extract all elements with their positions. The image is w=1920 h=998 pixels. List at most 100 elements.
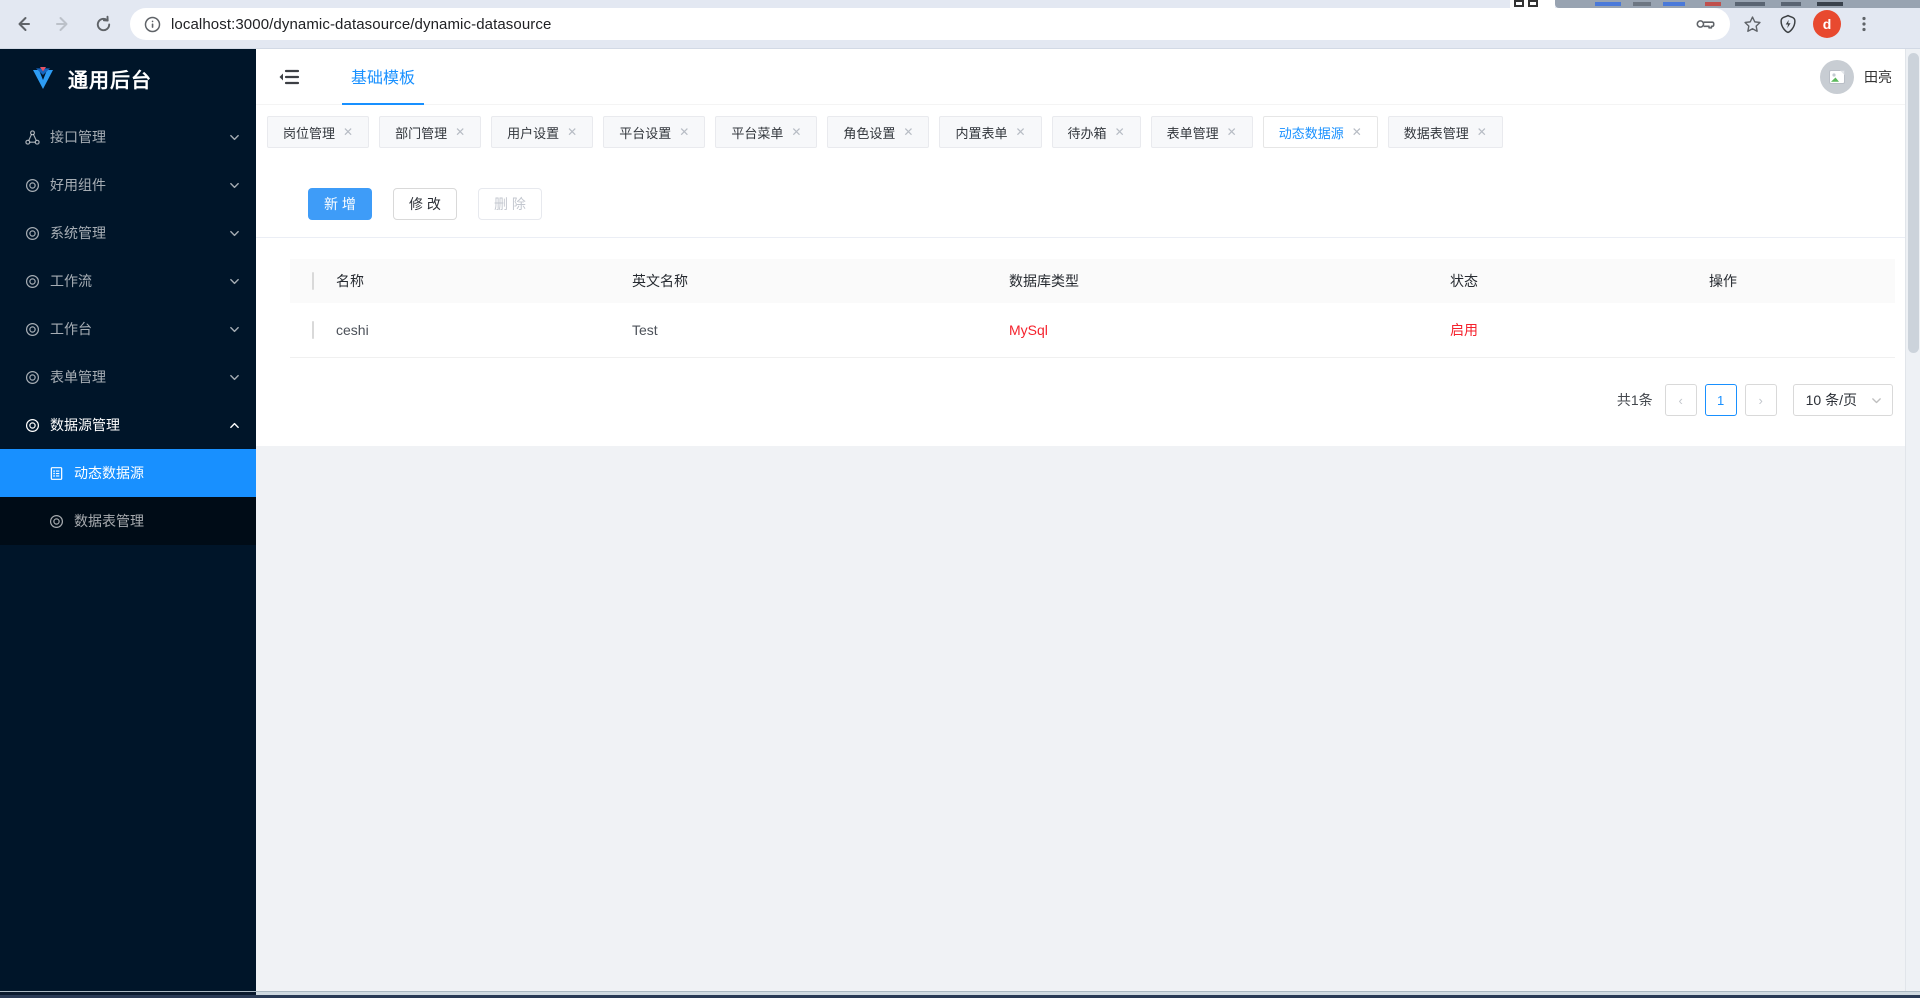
chevron-down-icon: [229, 228, 240, 239]
edit-button[interactable]: 修 改: [393, 188, 457, 220]
extension-icon[interactable]: [1777, 13, 1799, 35]
page-size-select[interactable]: 10 条/页: [1793, 384, 1893, 416]
sidebar-item-dynamic-datasource[interactable]: 动态数据源: [0, 449, 256, 497]
tag-platform-settings[interactable]: 平台设置✕: [603, 116, 705, 148]
sidebar-item-components[interactable]: 好用组件: [0, 161, 256, 209]
page-1-button[interactable]: 1: [1705, 384, 1737, 416]
cell-db-type: MySql: [1009, 322, 1450, 338]
tag-form-mgmt[interactable]: 表单管理✕: [1151, 116, 1253, 148]
chevron-down-icon: [1871, 395, 1882, 406]
content-background: [256, 446, 1920, 998]
sidebar-submenu-datasource: 动态数据源 数据表管理: [0, 449, 256, 545]
close-icon[interactable]: ✕: [567, 125, 577, 139]
close-icon[interactable]: ✕: [903, 125, 913, 139]
sidebar-item-label: 工作流: [50, 271, 229, 291]
content-card: 岗位管理 ✕ 部门管理 ✕ 用户设置 ✕ 平台设置✕ 平台菜单 ✕ 角色设置 ✕ 内置表单…: [256, 105, 1920, 446]
chevron-down-icon: [229, 276, 240, 287]
tag-role-settings[interactable]: 角色设置 ✕: [827, 116, 929, 148]
tag-dept-mgmt[interactable]: 部门管理 ✕: [379, 116, 481, 148]
aim-icon: [48, 513, 64, 529]
main-area: 基础模板 田亮 岗位管理 ✕ 部门管理 ✕ 用户设置 ✕ 平台设置✕ 平台菜单 ✕ 角色…: [256, 49, 1920, 998]
aim-icon: [24, 225, 40, 241]
user-menu[interactable]: 田亮: [1820, 60, 1892, 94]
tag-post-mgmt[interactable]: 岗位管理 ✕: [267, 116, 369, 148]
sidebar-item-workflow[interactable]: 工作流: [0, 257, 256, 305]
list-icon: [48, 465, 64, 481]
sidebar-item-datasource[interactable]: 数据源管理: [0, 401, 256, 449]
add-button[interactable]: 新 增: [308, 188, 372, 220]
tag-bar: 岗位管理 ✕ 部门管理 ✕ 用户设置 ✕ 平台设置✕ 平台菜单 ✕ 角色设置 ✕ 内置表单…: [256, 105, 1920, 159]
cell-name: ceshi: [336, 322, 632, 338]
sidebar-item-form[interactable]: 表单管理: [0, 353, 256, 401]
site-info-icon[interactable]: [144, 16, 161, 33]
password-key-icon[interactable]: [1694, 13, 1716, 35]
close-icon[interactable]: ✕: [455, 125, 465, 139]
scrollbar-thumb[interactable]: [1908, 53, 1919, 353]
reload-icon[interactable]: [86, 7, 120, 41]
pagination-total: 共1条: [1617, 390, 1653, 410]
close-icon[interactable]: ✕: [1352, 125, 1362, 139]
url-text[interactable]: localhost:3000/dynamic-datasource/dynami…: [171, 16, 551, 33]
close-icon[interactable]: ✕: [1115, 125, 1125, 139]
screen: localhost:3000/dynamic-datasource/dynami…: [0, 0, 1920, 998]
browser-profile-avatar[interactable]: d: [1813, 10, 1841, 38]
sidebar-item-datatable[interactable]: 数据表管理: [0, 497, 256, 545]
tag-todo-box[interactable]: 待办箱 ✕: [1052, 116, 1141, 148]
sidebar-item-label: 表单管理: [50, 367, 229, 387]
forward-icon[interactable]: [46, 7, 80, 41]
tag-platform-menu[interactable]: 平台菜单 ✕: [715, 116, 817, 148]
tag-label: 部门管理: [395, 123, 447, 142]
sidebar-item-label: 系统管理: [50, 223, 229, 243]
close-icon[interactable]: ✕: [343, 125, 353, 139]
browser-menu-icon[interactable]: [1855, 15, 1873, 33]
tag-label: 岗位管理: [283, 123, 335, 142]
app-window: 通用后台 接口管理 好用组件 系统管理: [0, 49, 1920, 998]
tag-dynamic-datasource[interactable]: 动态数据源✕: [1263, 116, 1378, 148]
divider: [256, 237, 1920, 238]
sidebar-item-label: 数据表管理: [74, 511, 144, 531]
select-all-checkbox[interactable]: [312, 272, 314, 290]
sidebar-item-api[interactable]: 接口管理: [0, 113, 256, 161]
background-window-icons: [1510, 0, 1555, 8]
cell-en-name: Test: [632, 322, 1009, 338]
row-checkbox[interactable]: [312, 321, 314, 339]
tag-builtin-form[interactable]: 内置表单 ✕: [939, 116, 1041, 148]
close-icon[interactable]: ✕: [1477, 125, 1487, 139]
cell-status: 启用: [1450, 320, 1709, 340]
menu-fold-icon[interactable]: [278, 66, 300, 88]
tag-datatable-mgmt[interactable]: 数据表管理✕: [1388, 116, 1503, 148]
logo[interactable]: 通用后台: [0, 49, 256, 107]
tag-label: 平台菜单: [731, 123, 783, 142]
tag-label: 待办箱: [1068, 123, 1107, 142]
close-icon[interactable]: ✕: [1015, 125, 1025, 139]
api-icon: [24, 129, 40, 145]
tag-user-settings[interactable]: 用户设置 ✕: [491, 116, 593, 148]
logo-shield-icon: [30, 65, 56, 91]
sidebar-item-workbench[interactable]: 工作台: [0, 305, 256, 353]
aim-icon: [24, 177, 40, 193]
next-page-button[interactable]: ›: [1745, 384, 1777, 416]
sidebar-item-system[interactable]: 系统管理: [0, 209, 256, 257]
close-icon[interactable]: ✕: [1227, 125, 1237, 139]
bookmark-star-icon[interactable]: [1742, 14, 1763, 35]
close-icon[interactable]: ✕: [791, 125, 801, 139]
tag-label: 角色设置: [843, 123, 895, 142]
sidebar-item-label: 好用组件: [50, 175, 229, 195]
back-icon[interactable]: [6, 7, 40, 41]
page-scrollbar[interactable]: [1905, 49, 1920, 991]
table-row[interactable]: ceshi Test MySql 启用: [290, 303, 1895, 358]
prev-page-button[interactable]: ‹: [1665, 384, 1697, 416]
tab-basic-template[interactable]: 基础模板: [342, 49, 424, 105]
delete-button[interactable]: 删 除: [478, 188, 542, 220]
aim-icon: [24, 417, 40, 433]
column-header-name: 名称: [336, 271, 632, 291]
sidebar: 通用后台 接口管理 好用组件 系统管理: [0, 49, 256, 998]
action-toolbar: 新 增 修 改 删 除: [256, 159, 1920, 220]
tag-label: 内置表单: [955, 123, 1007, 142]
address-bar[interactable]: localhost:3000/dynamic-datasource/dynami…: [130, 8, 1730, 40]
sidebar-item-label: 动态数据源: [74, 463, 144, 483]
close-icon[interactable]: ✕: [679, 125, 689, 139]
column-header-actions: 操作: [1709, 271, 1895, 291]
app-header: 基础模板 田亮: [256, 49, 1920, 105]
tag-label: 用户设置: [507, 123, 559, 142]
